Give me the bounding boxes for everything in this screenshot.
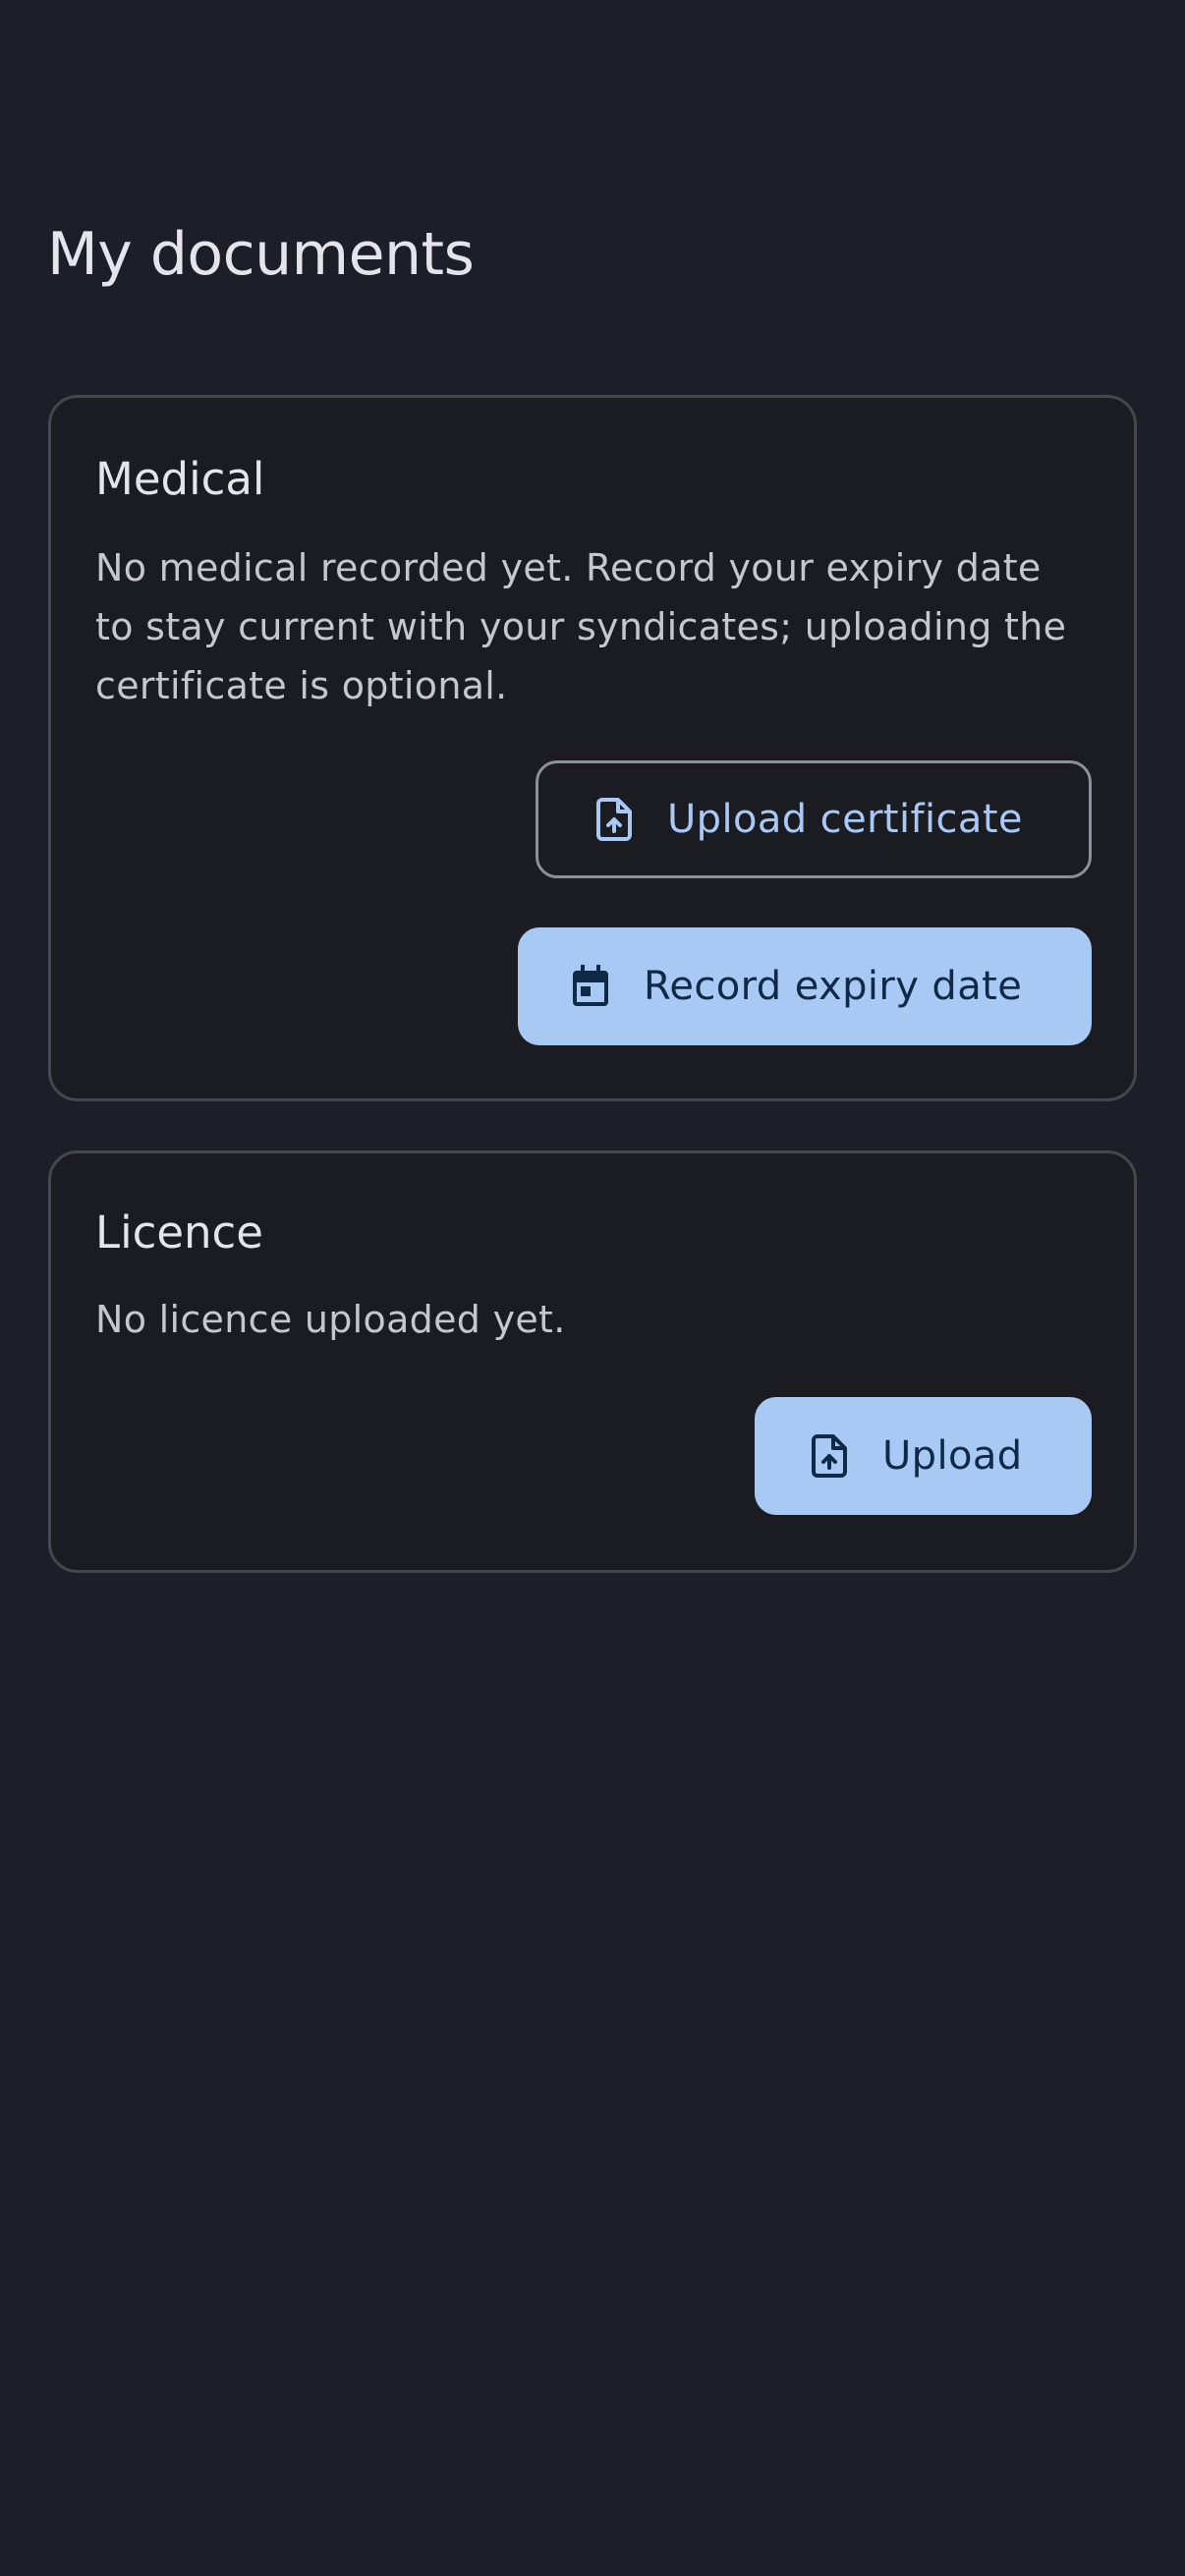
file-upload-icon [806,1432,853,1480]
documents-screen: My documents Medical No medical recorded… [0,0,1185,2576]
record-expiry-date-label: Record expiry date [644,964,1023,1009]
upload-licence-label: Upload [882,1433,1023,1479]
page-title: My documents [47,220,475,289]
medical-card: Medical No medical recorded yet. Record … [48,395,1137,1101]
upload-licence-button[interactable]: Upload [755,1397,1092,1515]
licence-card-description: No licence uploaded yet. [95,1298,566,1341]
calendar-icon [567,963,614,1010]
licence-card: Licence No licence uploaded yet. Upload [48,1150,1137,1573]
upload-certificate-label: Upload certificate [667,797,1023,842]
file-upload-icon [591,796,638,843]
record-expiry-date-button[interactable]: Record expiry date [518,927,1092,1045]
medical-card-title: Medical [95,453,265,505]
medical-card-description: No medical recorded yet. Record your exp… [95,546,1067,707]
upload-certificate-button[interactable]: Upload certificate [536,760,1092,878]
licence-card-title: Licence [95,1206,263,1259]
